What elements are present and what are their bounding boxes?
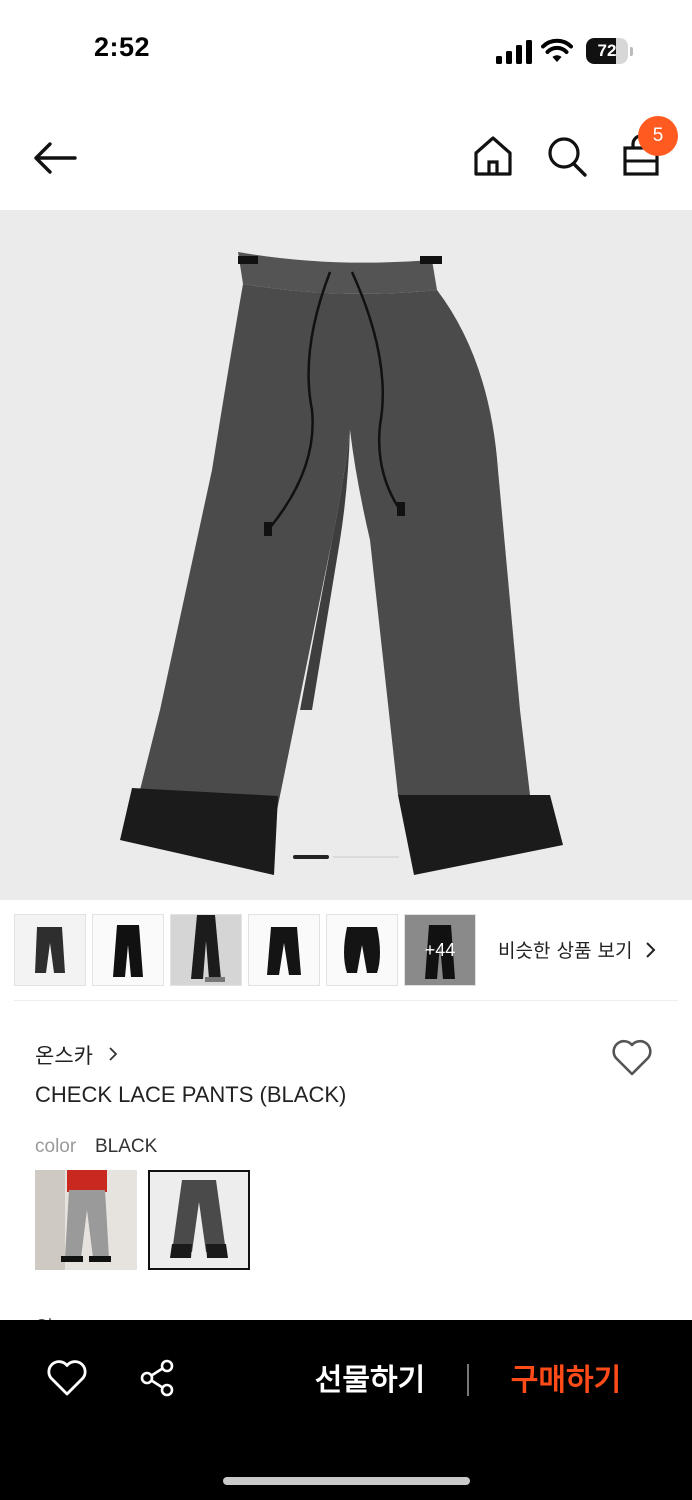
section-divider: [14, 1000, 678, 1001]
chevron-right-icon: [646, 942, 656, 958]
chevron-right-icon: [109, 1047, 118, 1061]
product-image-carousel[interactable]: [0, 210, 692, 900]
arrow-left-icon[interactable]: [30, 136, 80, 180]
share-icon[interactable]: [138, 1358, 178, 1398]
thumbnail-4[interactable]: [248, 914, 320, 986]
home-icon[interactable]: [472, 134, 514, 178]
action-divider: [467, 1364, 469, 1396]
battery-indicator: 72: [586, 38, 634, 64]
product-image: [120, 252, 563, 875]
selected-color-value: BLACK: [95, 1136, 158, 1157]
color-swatch-1[interactable]: [35, 1170, 137, 1270]
thumbnail-5[interactable]: [326, 914, 398, 986]
top-nav: [0, 100, 692, 210]
heart-icon[interactable]: [610, 1036, 654, 1078]
thumbnail-1[interactable]: [14, 914, 86, 986]
home-indicator: [223, 1477, 470, 1485]
thumbnail-more[interactable]: +44: [404, 914, 476, 986]
heart-icon[interactable]: [46, 1358, 88, 1398]
color-option-label: color: [35, 1136, 77, 1157]
battery-level: 72: [597, 41, 617, 60]
buy-button[interactable]: 구매하기: [496, 1356, 636, 1406]
gift-button[interactable]: 선물하기: [300, 1356, 440, 1406]
product-title: CHECK LACE PANTS (BLACK): [35, 1082, 347, 1107]
similar-products-link[interactable]: 비슷한 상품 보기: [498, 936, 632, 963]
status-time: 2:52: [94, 32, 151, 62]
bottom-action-bar: [0, 1320, 692, 1500]
carousel-indicator: [293, 855, 403, 859]
brand-link[interactable]: 온스카: [35, 1040, 93, 1070]
cart-count-badge: 5: [638, 116, 678, 156]
thumbnail-3[interactable]: [170, 914, 242, 986]
cellular-signal-icon: [496, 40, 532, 64]
status-bar: 2:52 72: [0, 0, 692, 100]
wifi-icon: [541, 38, 573, 62]
color-swatch-2-selected[interactable]: [148, 1170, 250, 1270]
thumbnail-2[interactable]: [92, 914, 164, 986]
more-count-label: +44: [424, 940, 456, 960]
search-icon[interactable]: [546, 134, 588, 178]
